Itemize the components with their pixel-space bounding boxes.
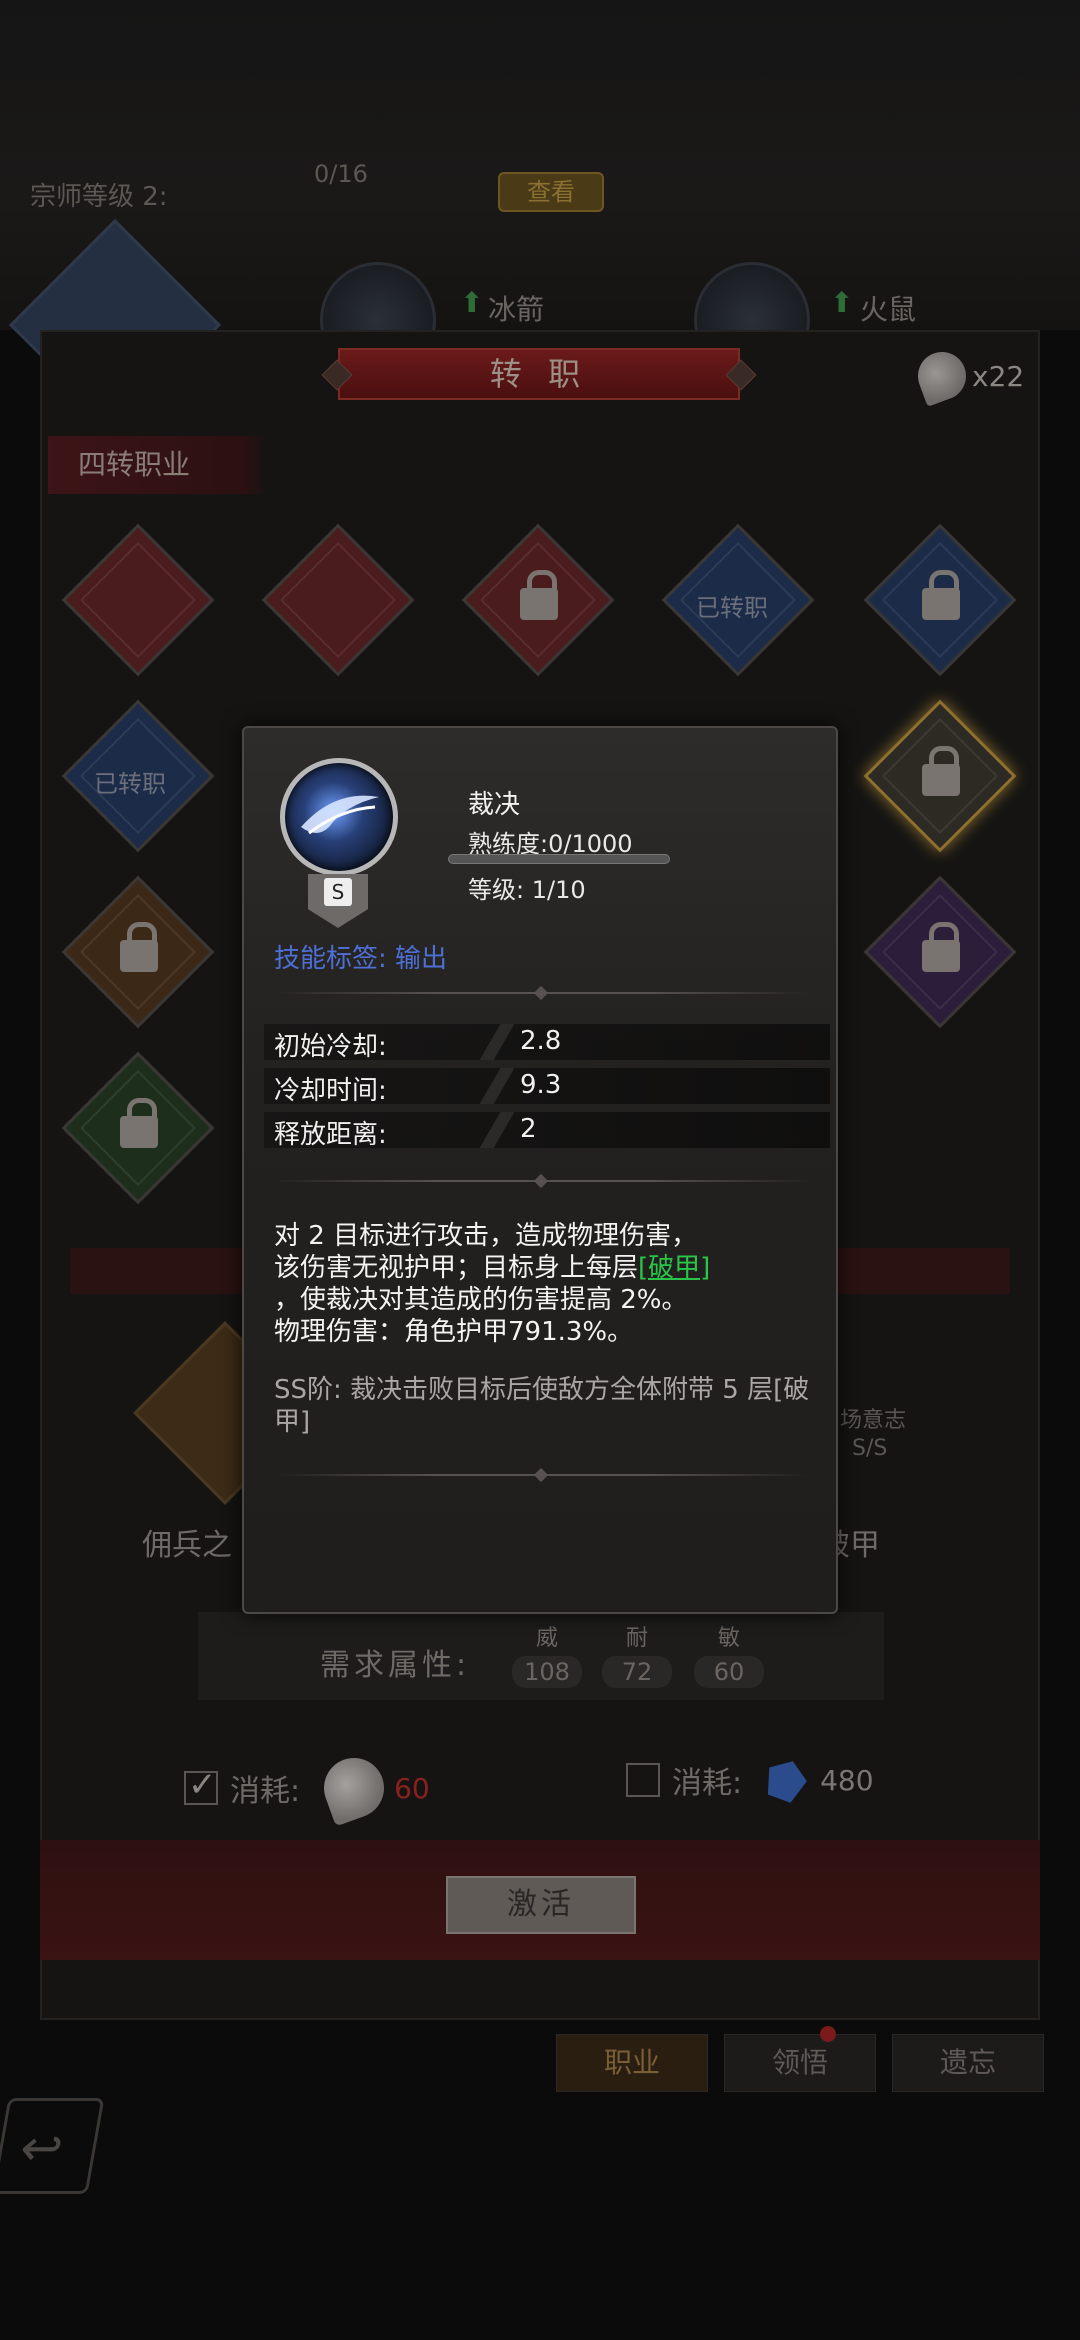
cost-gem-amount: 480 bbox=[820, 1763, 874, 1797]
lock-icon bbox=[520, 570, 558, 620]
up-arrow-icon: ⬆ bbox=[460, 286, 484, 319]
requirements-label: 需求属性: bbox=[320, 1648, 471, 1683]
cost-leaf-checkbox[interactable] bbox=[184, 1765, 218, 1805]
divider bbox=[274, 992, 810, 994]
skill-icon bbox=[280, 758, 398, 876]
desc-line: 对 2 目标进行攻击，造成物理伤害， bbox=[274, 1221, 698, 1251]
grade-badge: S bbox=[308, 874, 368, 928]
master-level-label: 宗师等级 2: bbox=[30, 182, 168, 212]
stat-label: 释放距离: bbox=[274, 1120, 387, 1150]
leaf-icon bbox=[911, 345, 973, 407]
desc-text: 该伤害无视护甲；目标身上每层 bbox=[274, 1253, 639, 1283]
skill-level: 等级: 1/10 bbox=[468, 876, 586, 904]
notification-dot bbox=[820, 2026, 836, 2042]
stat-value: 2.8 bbox=[520, 1026, 562, 1056]
back-arrow-icon: ↩ bbox=[15, 2119, 68, 2177]
cost-label: 消耗: bbox=[672, 1766, 743, 1801]
armor-break-link[interactable]: [破甲] bbox=[638, 1253, 710, 1283]
stat-value: 60 bbox=[694, 1656, 764, 1688]
master-level-count: 0/16 bbox=[314, 160, 368, 188]
grade-letter: S bbox=[324, 878, 352, 906]
tab-class[interactable]: 职业 bbox=[556, 2034, 708, 2092]
divider bbox=[274, 1474, 810, 1476]
stat-label: 初始冷却: bbox=[274, 1032, 387, 1062]
cost-gem-checkbox[interactable] bbox=[626, 1763, 660, 1797]
stat-power: 威 108 bbox=[512, 1620, 582, 1690]
skill-tooltip: S 裁决 熟练度:0/1000 等级: 1/10 技能标签: 输出 初始冷却: … bbox=[242, 726, 838, 1614]
skill-name: 裁决 bbox=[468, 790, 521, 820]
upgrade-label-1: 冰箭 bbox=[488, 293, 545, 326]
stat-value: 2 bbox=[520, 1114, 537, 1144]
desc-line: 物理伤害：角色护甲791.3%。 bbox=[274, 1317, 634, 1347]
tab-forget[interactable]: 遗忘 bbox=[892, 2034, 1044, 2092]
stat-value: 9.3 bbox=[520, 1070, 562, 1100]
stat-row-initial-cooldown: 初始冷却: 2.8 bbox=[264, 1024, 830, 1062]
fourth-job-tab[interactable]: 四转职业 bbox=[48, 436, 268, 494]
stat-value: 108 bbox=[512, 1656, 582, 1688]
leaf-count: x22 bbox=[972, 359, 1025, 393]
up-arrow-icon: ⬆ bbox=[830, 286, 854, 319]
view-button[interactable]: 查看 bbox=[498, 172, 604, 212]
stat-name: 耐 bbox=[625, 1626, 648, 1651]
skill-tag-value: 输出 bbox=[395, 944, 448, 974]
cost-label: 消耗: bbox=[230, 1774, 301, 1809]
cost-leaf-row: 消耗: 60 bbox=[184, 1749, 430, 1827]
skill-label: 场意志 bbox=[840, 1408, 907, 1433]
divider bbox=[274, 1180, 810, 1182]
cost-leaf-amount: 60 bbox=[394, 1771, 430, 1805]
activate-button[interactable]: 激活 bbox=[446, 1876, 636, 1934]
skill-description: 对 2 目标进行攻击，造成物理伤害， 该伤害无视护甲；目标身上每层[破甲] ，使… bbox=[274, 1220, 814, 1348]
stat-row-range: 释放距离: 2 bbox=[264, 1112, 830, 1150]
proficiency-bar bbox=[448, 854, 670, 864]
back-button[interactable]: ↩ bbox=[0, 2098, 105, 2194]
cost-gem-row: 消耗: 480 bbox=[626, 1758, 874, 1802]
upgrade-label-2: 火鼠 bbox=[860, 293, 917, 326]
stat-value: 72 bbox=[602, 1656, 672, 1688]
stat-endurance: 耐 72 bbox=[602, 1620, 672, 1690]
tab-comprehend[interactable]: 领悟 bbox=[724, 2034, 876, 2092]
stat-agility: 敏 60 bbox=[694, 1620, 764, 1690]
lock-icon bbox=[922, 922, 960, 972]
stat-label: 冷却时间: bbox=[274, 1076, 387, 1106]
stat-row-cooldown: 冷却时间: 9.3 bbox=[264, 1068, 830, 1106]
stat-name: 威 bbox=[535, 1626, 558, 1651]
background-header: 宗师等级 2: 0/16 查看 ⬆ 冰箭 ⬆ 火鼠 bbox=[0, 0, 1080, 432]
panel-title: 转 职 bbox=[338, 348, 740, 400]
class-detail-name: 佣兵之 bbox=[142, 1528, 232, 1563]
unlocked-label: 已转职 bbox=[94, 770, 166, 798]
ss-rank-description: SS阶: 裁决击败目标后使敌方全体附带 5 层[破甲] bbox=[274, 1375, 810, 1437]
desc-line: ，使裁决对其造成的伤害提高 2%。 bbox=[274, 1285, 688, 1315]
lock-icon bbox=[120, 922, 158, 972]
stat-name: 敏 bbox=[717, 1626, 740, 1651]
lock-icon bbox=[922, 746, 960, 796]
lock-icon bbox=[120, 1098, 158, 1148]
leaf-counter: x22 bbox=[911, 345, 1025, 407]
desc-line: 该伤害无视护甲；目标身上每层[破甲] bbox=[274, 1252, 814, 1284]
skill-tag: 技能标签: 输出 bbox=[274, 938, 447, 975]
skill-grade: S/S bbox=[852, 1436, 888, 1461]
skill-tag-label: 技能标签: bbox=[274, 944, 387, 974]
gem-icon bbox=[760, 1754, 811, 1805]
lock-icon bbox=[922, 570, 960, 620]
leaf-icon bbox=[315, 1749, 393, 1827]
unlocked-label: 已转职 bbox=[696, 594, 768, 622]
